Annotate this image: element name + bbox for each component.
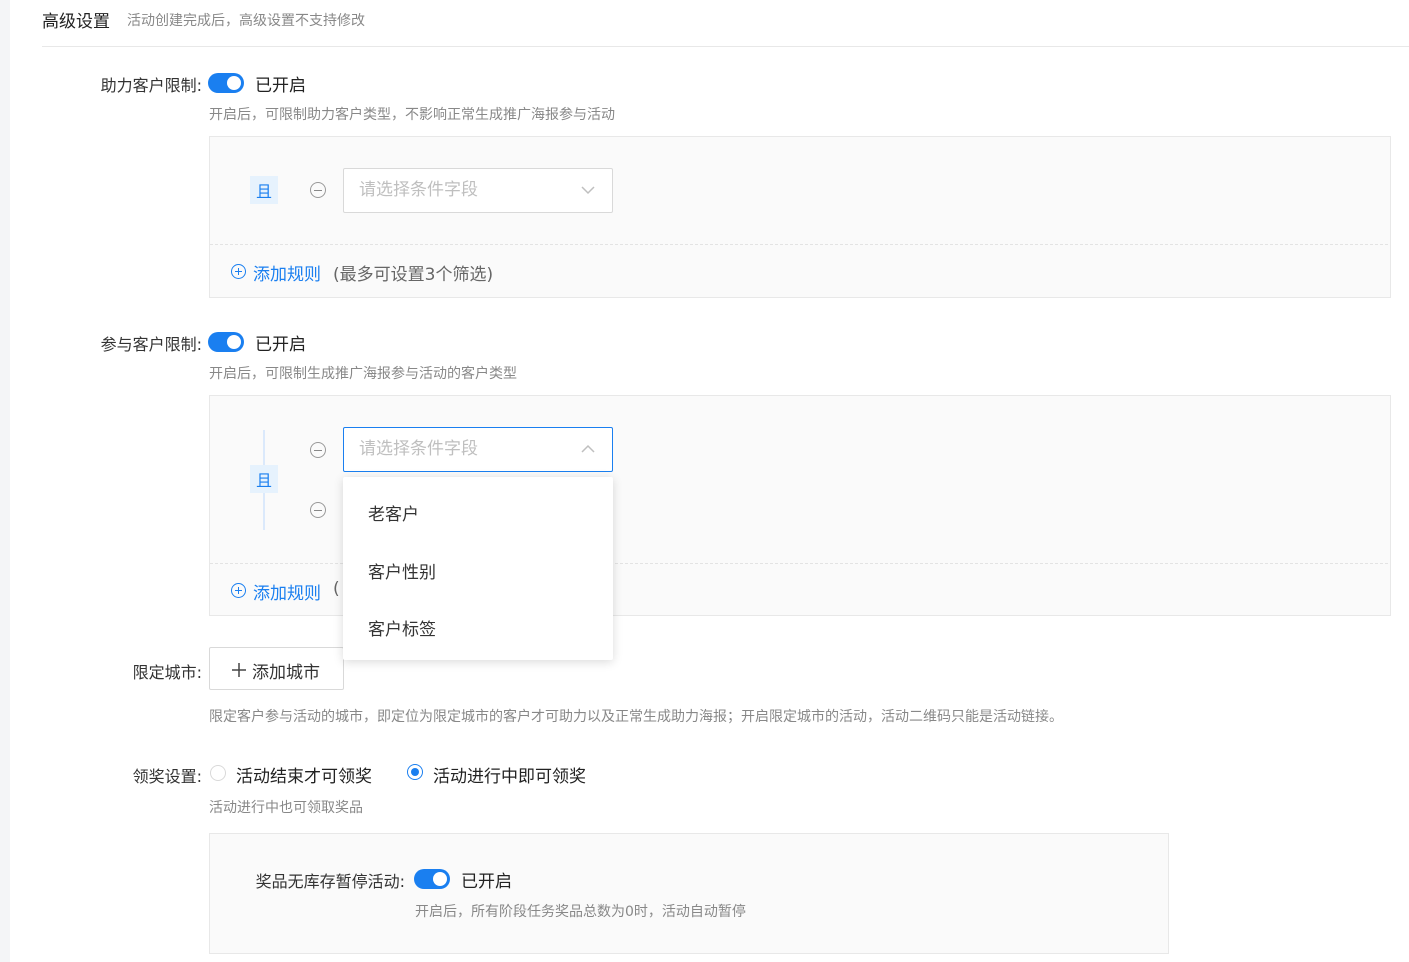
- join-add-rule-link[interactable]: 添加规则: [253, 579, 321, 604]
- pause-label: 奖品无库存暂停活动:: [255, 872, 405, 891]
- select-placeholder: 请选择条件字段: [359, 439, 478, 459]
- radio-prize-during[interactable]: [407, 764, 423, 780]
- chevron-down-icon: [581, 186, 595, 195]
- join-remove-condition-2-icon[interactable]: [310, 502, 326, 518]
- section-divider: [42, 46, 1409, 47]
- join-remove-condition-1-icon[interactable]: [310, 442, 326, 458]
- toggle-knob: [227, 335, 241, 349]
- assist-condition-select[interactable]: 请选择条件字段: [343, 168, 613, 213]
- add-circle-icon[interactable]: [231, 583, 246, 598]
- join-limit-label: 参与客户限制:: [100, 335, 202, 354]
- add-city-label: 添加城市: [252, 663, 320, 683]
- join-add-rule-note: (: [333, 579, 340, 599]
- assist-add-rule-note: (最多可设置3个筛选): [333, 265, 494, 285]
- join-limit-hint: 开启后，可限制生成推广海报参与活动的客户类型: [209, 366, 517, 382]
- join-limit-toggle[interactable]: [208, 332, 244, 352]
- assist-logic-and: 且: [250, 176, 278, 204]
- left-scroll-strip: [0, 0, 10, 962]
- assist-limit-state: 已开启: [255, 76, 306, 96]
- add-circle-icon[interactable]: [231, 264, 246, 279]
- add-city-button[interactable]: 添加城市: [209, 647, 344, 690]
- join-condition-select[interactable]: 请选择条件字段: [343, 427, 613, 472]
- dropdown-option-tag[interactable]: 客户标签: [368, 615, 436, 640]
- assist-limit-label: 助力客户限制:: [100, 76, 202, 95]
- assist-add-rule-link[interactable]: 添加规则: [253, 260, 321, 285]
- assist-remove-condition-icon[interactable]: [310, 182, 326, 198]
- radio-prize-after-end[interactable]: [210, 765, 226, 781]
- radio-prize-during-label[interactable]: 活动进行中即可领奖: [433, 762, 586, 787]
- assist-limit-hint: 开启后，可限制助力客户类型，不影响正常生成推广海报参与活动: [209, 107, 615, 123]
- join-limit-state: 已开启: [255, 335, 306, 355]
- assist-limit-toggle[interactable]: [208, 73, 244, 93]
- pause-toggle[interactable]: [414, 869, 450, 889]
- section-title: 高级设置: [42, 12, 110, 32]
- dropdown-option-gender[interactable]: 客户性别: [368, 558, 436, 583]
- prize-pause-panel: [209, 833, 1169, 954]
- toggle-knob: [227, 76, 241, 90]
- toggle-knob: [433, 872, 447, 886]
- radio-prize-after-end-label[interactable]: 活动结束才可领奖: [236, 762, 372, 787]
- prize-label: 领奖设置:: [132, 767, 202, 786]
- chevron-up-icon: [581, 444, 595, 453]
- condition-dropdown: 老客户 客户性别 客户标签: [343, 477, 613, 660]
- dropdown-option-old-customer[interactable]: 老客户: [368, 500, 419, 525]
- plus-icon: [232, 663, 246, 677]
- assist-panel-divider: [210, 244, 1388, 245]
- city-hint: 限定客户参与活动的城市，即定位为限定城市的客户才可助力以及正常生成助力海报；开启…: [209, 709, 1063, 725]
- prize-hint: 活动进行中也可领取奖品: [209, 800, 363, 816]
- pause-state: 已开启: [461, 872, 512, 892]
- join-logic-and: 且: [250, 465, 278, 493]
- city-label: 限定城市:: [132, 663, 202, 682]
- pause-hint: 开启后，所有阶段任务奖品总数为0时，活动自动暂停: [415, 904, 746, 920]
- select-placeholder: 请选择条件字段: [359, 180, 478, 200]
- section-note: 活动创建完成后，高级设置不支持修改: [127, 13, 365, 29]
